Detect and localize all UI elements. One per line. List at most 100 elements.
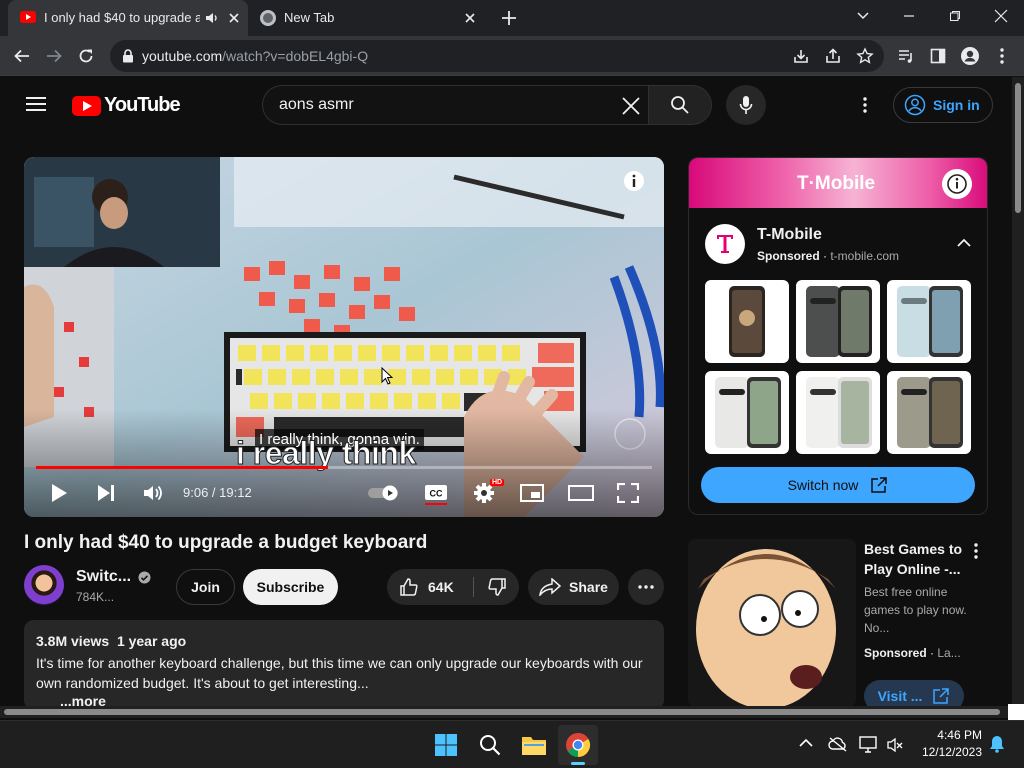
media-control-icon[interactable] [892,42,920,70]
sidebar-ad-thumbnail[interactable] [688,539,856,707]
sidebar-ad-sponsor-line: Sponsored · La... [864,646,961,660]
youtube-masthead: YouTube aons asmr Sign in [0,77,1012,133]
vertical-scrollbar-thumb[interactable] [1015,83,1021,213]
settings-kebab-icon[interactable] [863,97,867,113]
volume-icon[interactable] [142,483,164,503]
restore-icon[interactable] [932,0,978,32]
url-text: youtube.com/watch?v=dobEL4gbi-Q [142,48,368,64]
channel-avatar[interactable] [24,565,64,605]
video-info-icon[interactable] [623,170,645,192]
sidebar-ad-body: Best free online games to play now. No..… [864,585,967,635]
more-horizontal-icon [638,585,654,589]
side-panel-icon[interactable] [924,42,952,70]
description-text: It's time for another keyboard challenge… [36,655,643,691]
theater-mode-icon[interactable] [568,485,594,501]
subscribe-label: Subscribe [256,579,325,595]
taskbar-search-icon[interactable] [470,725,510,765]
collapse-chevron-icon[interactable] [957,238,971,248]
sign-in-button[interactable]: Sign in [893,87,993,123]
tab-close-icon[interactable] [226,10,242,26]
sidebar-ad-visit-label: Visit ... [877,688,923,704]
profile-icon[interactable] [956,42,984,70]
minimize-icon[interactable] [886,0,932,32]
clear-search-icon[interactable] [621,96,641,116]
tab-close-icon[interactable] [462,10,478,26]
voice-search-button[interactable] [726,85,766,125]
product-card[interactable] [887,371,971,454]
clock[interactable]: 4:46 PM 12/12/2023 [910,727,982,761]
subscribe-button[interactable]: Subscribe [243,569,338,605]
search-input[interactable]: aons asmr [262,85,648,125]
start-windows-icon[interactable] [426,725,466,765]
ad-sponsor-line: Sponsored · t-mobile.com [757,249,900,263]
external-link-icon [932,687,950,705]
speaker-icon[interactable] [204,10,220,26]
video-player[interactable]: I really think, gonna win. i really thin… [24,157,664,517]
horizontal-scrollbar[interactable] [0,706,1008,718]
muted-speaker-icon[interactable] [886,736,904,754]
share-page-icon[interactable] [824,47,842,65]
lock-icon[interactable] [122,49,134,63]
new-tab-plus-icon[interactable] [499,8,519,28]
autoplay-toggle[interactable] [367,485,403,501]
bookmark-star-icon[interactable] [856,47,874,65]
share-button[interactable]: Share [528,569,619,605]
search-input-value: aons asmr [279,96,354,113]
svg-text:CC: CC [430,489,443,499]
product-card[interactable] [796,371,880,454]
vertical-scrollbar[interactable] [1012,77,1024,707]
more-actions-button[interactable] [628,569,664,605]
youtube-logo-icon [72,95,101,116]
like-button[interactable]: 64K [387,569,473,605]
address-bar[interactable]: youtube.com/watch?v=dobEL4gbi-Q [110,40,884,72]
browser-menu-kebab-icon[interactable] [988,42,1016,70]
file-explorer-icon[interactable] [514,725,554,765]
play-icon[interactable] [50,483,68,503]
ad-cta-button[interactable]: Switch now [701,467,975,503]
fullscreen-icon[interactable] [617,483,639,503]
network-monitor-icon[interactable] [859,736,879,754]
chrome-taskbar-icon[interactable] [558,725,598,765]
product-card[interactable] [796,280,880,363]
window-close-icon[interactable] [978,0,1024,32]
install-app-icon[interactable] [792,47,810,65]
back-arrow-icon[interactable] [8,42,36,70]
tab-new-tab[interactable]: New Tab [250,0,490,36]
product-card[interactable] [705,280,789,363]
hamburger-menu-icon[interactable] [26,96,46,112]
channel-name[interactable]: Switc... [76,568,131,586]
search-icon [670,95,690,115]
external-link-icon [870,476,888,494]
search-button[interactable] [648,85,712,125]
verified-check-icon [138,571,151,584]
progress-bar[interactable] [36,466,652,469]
url-host: youtube.com [142,48,223,64]
browser-toolbar: youtube.com/watch?v=dobEL4gbi-Q [0,36,1024,76]
reload-icon[interactable] [72,42,100,70]
horizontal-scrollbar-thumb[interactable] [4,709,1000,715]
dislike-button[interactable] [474,569,519,605]
miniplayer-icon[interactable] [520,484,544,502]
scrollbar-corner [1008,704,1024,720]
thumbs-down-icon [487,577,507,597]
subtitles-cc-icon[interactable]: CC [424,483,448,505]
sidebar-ad-kebab-icon[interactable] [974,543,978,559]
tab-search-chevron-icon[interactable] [840,0,886,32]
description-box[interactable]: 3.8M views 1 year ago It's time for anot… [24,620,664,710]
youtube-logo[interactable]: YouTube [72,94,181,117]
product-card[interactable] [887,280,971,363]
account-circle-icon [904,94,926,116]
onedrive-cloud-icon[interactable] [828,736,848,752]
subscriber-count: 784K... [76,590,115,604]
ad-info-icon[interactable] [941,168,973,200]
thumbs-up-icon [399,577,419,597]
next-video-icon[interactable] [96,484,116,502]
ad-banner[interactable]: T·Mobile [689,158,987,208]
product-card[interactable] [705,371,789,454]
notification-bell-icon[interactable] [989,735,1005,753]
system-tray-chevron-icon[interactable] [799,738,813,748]
forward-arrow-icon[interactable] [40,42,68,70]
join-button[interactable]: Join [176,569,235,605]
tab-youtube[interactable]: I only had $40 to upgrade a [8,0,248,36]
sidebar-ad-title[interactable]: Best Games to Play Online -... [864,539,970,579]
